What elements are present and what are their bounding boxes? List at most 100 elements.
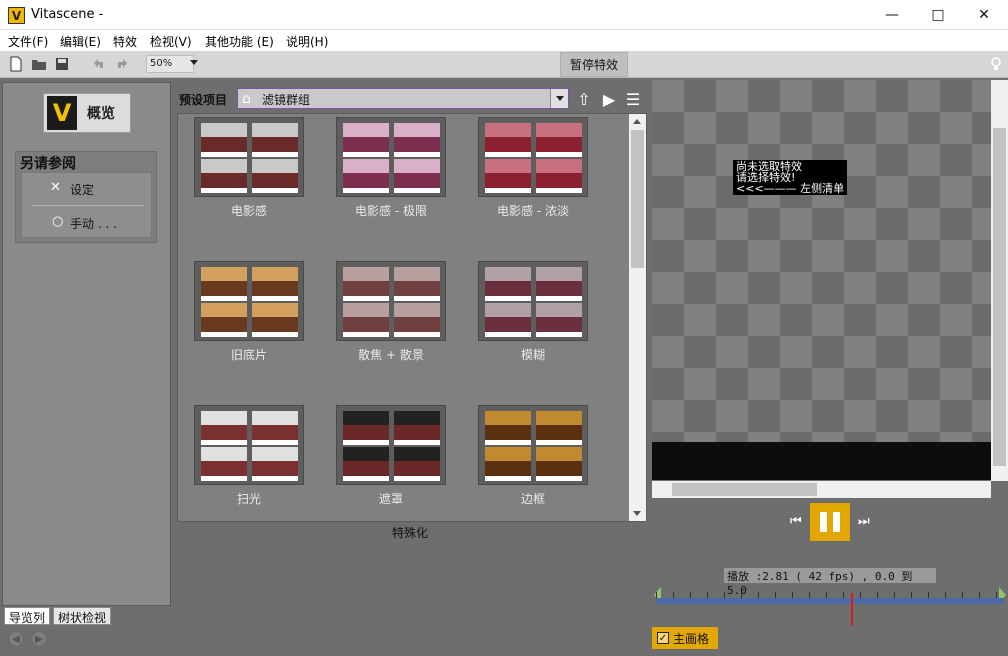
pause-button[interactable] (810, 503, 850, 541)
preset-tile[interactable]: 旧底片 (194, 261, 304, 363)
playback-info: 播放 :2.81 ( 42 fps) , 0.0 到 5.0 (724, 568, 936, 597)
checkbox-icon[interactable]: ✓ (657, 632, 669, 644)
window-title: Vitascene - (31, 7, 104, 22)
menu-effects[interactable]: 特效 (113, 33, 137, 50)
forward-arrow-icon[interactable]: ▶ (31, 631, 47, 647)
preset-thumbnail[interactable] (194, 117, 304, 197)
skip-back-icon[interactable]: ⏮ (790, 514, 802, 529)
preview-image (201, 447, 247, 481)
preset-thumbnail[interactable] (478, 405, 588, 485)
toolbar: 50% 暂停特效 (0, 51, 1008, 78)
overview-button[interactable]: V 概览 (43, 93, 131, 133)
wrench-icon: ✕ (50, 180, 61, 195)
preset-thumbnail[interactable] (194, 405, 304, 485)
preview-image (343, 267, 389, 301)
timeline-tick (843, 592, 844, 598)
see-also-list: ✕ 设定 ○ 手动 . . . (21, 172, 152, 238)
preset-tile[interactable]: 边框 (478, 405, 588, 507)
preset-thumbnail[interactable] (336, 261, 446, 341)
scroll-thumb[interactable] (672, 483, 817, 496)
preset-thumbnail[interactable] (194, 261, 304, 341)
undo-icon[interactable] (90, 55, 108, 73)
preview-image (394, 159, 440, 193)
preview-image (343, 411, 389, 445)
preset-tile[interactable]: 散焦 + 散景 (336, 261, 446, 363)
save-icon[interactable] (53, 55, 71, 73)
timeline-track[interactable] (656, 598, 1004, 604)
close-button[interactable]: ✕ (961, 0, 1007, 30)
menu-help[interactable]: 说明(H) (286, 33, 328, 50)
minimize-button[interactable]: — (869, 0, 915, 30)
main-frame-toggle[interactable]: ✓ 主画格 (652, 627, 718, 649)
timeline[interactable] (654, 587, 1006, 625)
chevron-down-icon[interactable] (190, 60, 198, 65)
timeline-tick (792, 592, 793, 598)
timeline-cursor[interactable] (851, 593, 853, 625)
menu-other[interactable]: 其他功能 (E) (205, 33, 274, 50)
gallery-scrollbar[interactable] (629, 114, 646, 521)
preview-image (394, 267, 440, 301)
preview-image (394, 303, 440, 337)
manual-link[interactable]: 手动 . . . (70, 215, 117, 232)
settings-link[interactable]: 设定 (70, 181, 94, 198)
preset-label: 遮罩 (378, 492, 403, 506)
home-icon: ⌂ (242, 91, 251, 107)
menu-edit[interactable]: 编辑(E) (60, 33, 101, 50)
skip-forward-icon[interactable]: ⏭ (858, 514, 870, 529)
preview-image (485, 447, 531, 481)
open-folder-icon[interactable] (30, 55, 48, 73)
preset-thumbnail[interactable] (336, 117, 446, 197)
timeline-tick (690, 592, 691, 598)
preview-image (343, 303, 389, 337)
chevron-down-icon[interactable] (550, 89, 568, 108)
preset-thumbnail[interactable] (336, 405, 446, 485)
preview-hscroll[interactable] (652, 481, 991, 498)
preview-image (394, 447, 440, 481)
maximize-button[interactable]: □ (915, 0, 961, 30)
scroll-thumb[interactable] (631, 130, 644, 268)
preset-thumbnail[interactable] (478, 117, 588, 197)
menu-file[interactable]: 文件(F) (8, 33, 48, 50)
timeline-tick (894, 592, 895, 598)
timeline-tick (656, 592, 657, 598)
timeline-tick (860, 592, 861, 598)
preset-thumbnail[interactable] (478, 261, 588, 341)
new-file-icon[interactable] (7, 55, 25, 73)
tab-navigation[interactable]: 导览列 (4, 607, 51, 625)
tab-tree-view[interactable]: 树状检视 (53, 607, 112, 625)
scroll-down-icon[interactable] (633, 511, 641, 516)
preview-image (536, 267, 582, 301)
preset-tile[interactable]: 电影感 (194, 117, 304, 219)
preset-tile[interactable]: 遮罩 (336, 405, 446, 507)
zoom-select[interactable]: 50% (146, 55, 194, 73)
preview-image (201, 411, 247, 445)
preview-vscroll[interactable] (991, 80, 1008, 481)
preview-canvas[interactable] (652, 80, 991, 442)
preset-tile[interactable]: 扫光 (194, 405, 304, 507)
bulb-icon[interactable] (987, 55, 1005, 73)
preview-image (252, 303, 298, 337)
preview-image (343, 447, 389, 481)
timeline-tick (758, 592, 759, 598)
preset-tile[interactable]: 电影感 - 浓淡 (478, 117, 588, 219)
timeline-tick (877, 592, 878, 598)
preset-tile[interactable]: 模糊 (478, 261, 588, 363)
pause-effect-button[interactable]: 暂停特效 (560, 52, 628, 77)
menu-view[interactable]: 检视(V) (150, 33, 192, 50)
see-also-title: 另请参阅 (20, 156, 76, 172)
preview-image (252, 267, 298, 301)
preset-tile[interactable]: 电影感 - 极限 (336, 117, 446, 219)
list-view-icon[interactable]: ☰ (624, 90, 642, 109)
scroll-thumb[interactable] (993, 128, 1006, 466)
up-arrow-icon[interactable]: ⇧ (575, 90, 593, 109)
pause-icon (820, 512, 827, 532)
redo-icon[interactable] (113, 55, 131, 73)
play-icon[interactable]: ▶ (600, 90, 618, 109)
scroll-up-icon[interactable] (633, 119, 641, 124)
preview-image (394, 123, 440, 157)
timeline-tick (707, 592, 708, 598)
preset-dropdown[interactable]: ⌂ 滤镜群组 (237, 88, 569, 109)
back-arrow-icon[interactable]: ◀ (8, 631, 24, 647)
preset-label: 散焦 + 散景 (358, 348, 424, 362)
preset-label: 边框 (520, 492, 545, 506)
